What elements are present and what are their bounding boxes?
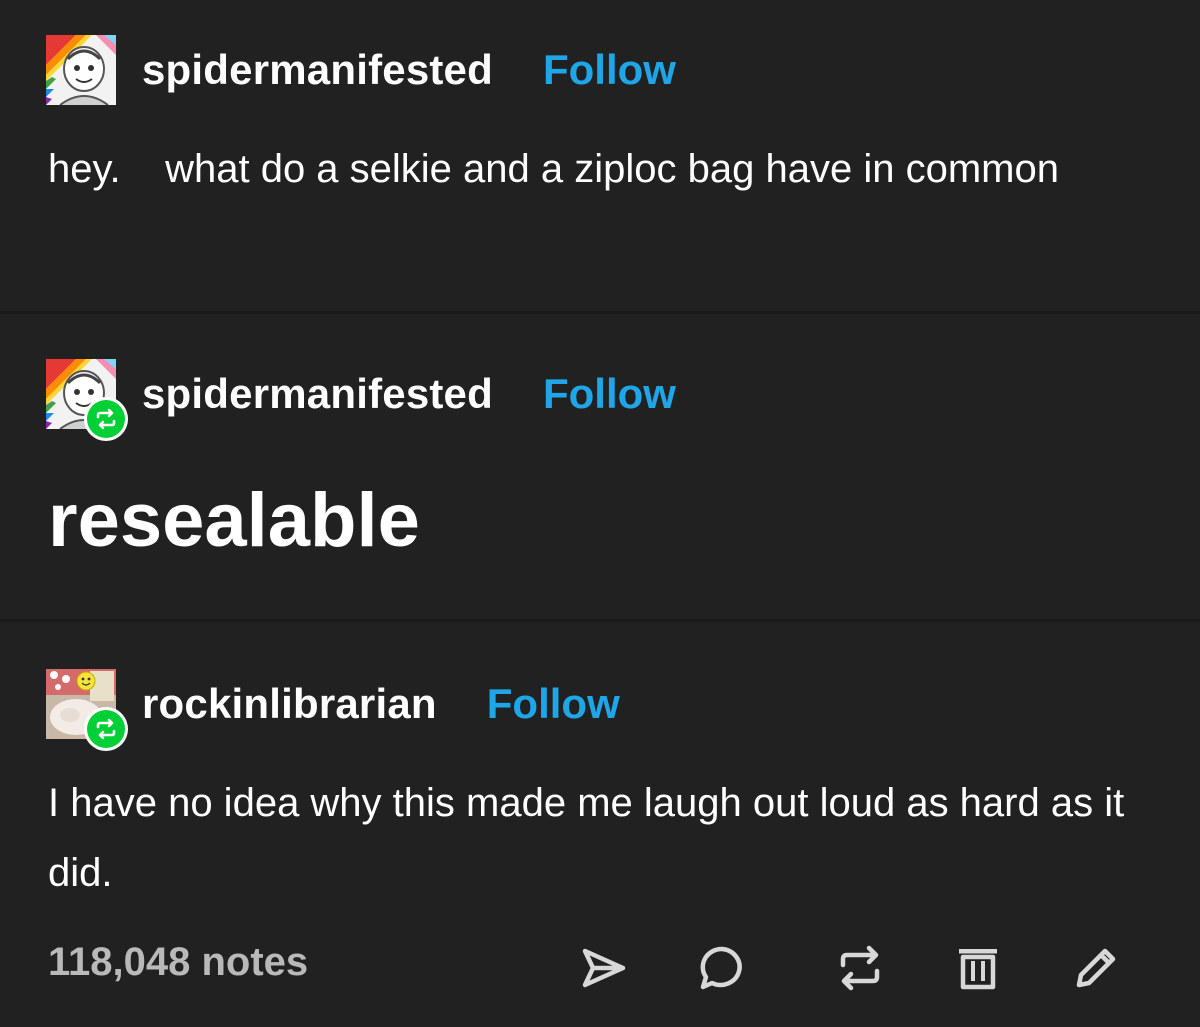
post-header: rockinlibrarian Follow xyxy=(46,668,620,751)
edit-button[interactable] xyxy=(1070,942,1122,994)
post-original: spidermanifested Follow hey. what do a s… xyxy=(0,0,1200,312)
reblog-badge xyxy=(84,707,128,751)
delete-icon xyxy=(959,949,997,990)
username[interactable]: rockinlibrarian xyxy=(142,680,437,728)
post-footer: 118,048 notes xyxy=(0,930,1200,1010)
username[interactable]: spidermanifested xyxy=(142,370,493,418)
post-reblog-1: spidermanifested Follow resealable xyxy=(0,314,1200,620)
delete-button[interactable] xyxy=(952,942,1004,994)
avatar-image xyxy=(46,35,116,105)
reblog-badge xyxy=(84,397,128,441)
post-text: hey. what do a selkie and a ziploc bag h… xyxy=(48,147,1059,191)
follow-button[interactable]: Follow xyxy=(543,46,676,94)
edit-icon xyxy=(1076,948,1116,988)
reblog-icon xyxy=(840,945,880,991)
share-button[interactable] xyxy=(578,942,630,994)
avatar[interactable] xyxy=(46,669,128,751)
reblog-badge-icon xyxy=(87,710,125,748)
avatar[interactable] xyxy=(46,35,116,105)
post-text: I have no idea why this made me laugh ou… xyxy=(48,781,1136,895)
post-header: spidermanifested Follow xyxy=(46,34,676,106)
post-reblog-2: rockinlibrarian Follow I have no idea wh… xyxy=(0,622,1200,922)
reblog-badge-icon xyxy=(87,400,125,438)
share-icon xyxy=(582,948,626,988)
reply-icon xyxy=(700,946,742,990)
post-header: spidermanifested Follow xyxy=(46,358,676,441)
follow-button[interactable]: Follow xyxy=(543,370,676,418)
reblog-button[interactable] xyxy=(834,942,886,994)
username[interactable]: spidermanifested xyxy=(142,46,493,94)
notes-count[interactable]: 118,048 notes xyxy=(48,940,308,985)
follow-button[interactable]: Follow xyxy=(487,680,620,728)
post-text: resealable xyxy=(48,478,420,563)
avatar[interactable] xyxy=(46,359,128,441)
reply-button[interactable] xyxy=(696,942,748,994)
